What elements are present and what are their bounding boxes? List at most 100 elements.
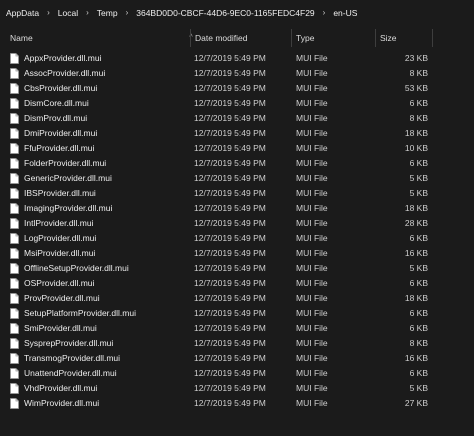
- chevron-right-icon[interactable]: ›: [126, 8, 129, 17]
- file-type: MUI File: [296, 158, 328, 168]
- file-date-modified: 12/7/2019 5:49 PM: [194, 353, 266, 363]
- file-name: AssocProvider.dll.mui: [24, 68, 106, 78]
- file-type: MUI File: [296, 338, 328, 348]
- file-size: 8 KB: [409, 113, 428, 123]
- file-name: TransmogProvider.dll.mui: [24, 353, 121, 363]
- column-header-size[interactable]: Size: [376, 29, 432, 47]
- chevron-right-icon[interactable]: ›: [86, 8, 89, 17]
- file-type: MUI File: [296, 398, 328, 408]
- file-size: 6 KB: [409, 308, 428, 318]
- file-size: 10 KB: [404, 143, 428, 153]
- file-name: WimProvider.dll.mui: [24, 398, 100, 408]
- file-type: MUI File: [296, 293, 328, 303]
- file-size: 27 KB: [404, 398, 428, 408]
- file-row[interactable]: VhdProvider.dll.mui 12/7/2019 5:49 PM MUI …: [0, 381, 474, 396]
- file-icon: [10, 203, 19, 214]
- file-row[interactable]: AppxProvider.dll.mui 12/7/2019 5:49 PM MUI…: [0, 51, 474, 66]
- file-row[interactable]: UnattendProvider.dll.mui 12/7/2019 5:49 P…: [0, 366, 474, 381]
- file-size: 8 KB: [409, 338, 428, 348]
- file-date-modified: 12/7/2019 5:49 PM: [194, 248, 266, 258]
- file-name: SmiProvider.dll.mui: [24, 323, 97, 333]
- file-name: ProvProvider.dll.mui: [24, 293, 100, 303]
- file-name: OSProvider.dll.mui: [24, 278, 95, 288]
- file-name: FolderProvider.dll.mui: [24, 158, 107, 168]
- file-date-modified: 12/7/2019 5:49 PM: [194, 233, 266, 243]
- file-date-modified: 12/7/2019 5:49 PM: [194, 278, 266, 288]
- file-icon: [10, 53, 19, 64]
- breadcrumb-item[interactable]: 364BD0D0-CBCF-44D6-9EC0-1165FEDC4F29: [136, 8, 314, 18]
- file-size: 18 KB: [404, 128, 428, 138]
- file-size: 23 KB: [404, 53, 428, 63]
- file-date-modified: 12/7/2019 5:49 PM: [194, 143, 266, 153]
- file-row[interactable]: IntlProvider.dll.mui 12/7/2019 5:49 PM MUI…: [0, 216, 474, 231]
- file-type: MUI File: [296, 68, 328, 78]
- file-type: MUI File: [296, 278, 328, 288]
- breadcrumb-item[interactable]: Temp: [97, 8, 118, 18]
- file-icon: [10, 323, 19, 334]
- file-row[interactable]: ImagingProvider.dll.mui 12/7/2019 5:49 PM…: [0, 201, 474, 216]
- file-icon: [10, 218, 19, 229]
- file-row[interactable]: IBSProvider.dll.mui 12/7/2019 5:49 PM MUI …: [0, 186, 474, 201]
- file-size: 8 KB: [409, 68, 428, 78]
- file-name: VhdProvider.dll.mui: [24, 383, 98, 393]
- file-size: 5 KB: [409, 173, 428, 183]
- file-size: 28 KB: [404, 218, 428, 228]
- file-row[interactable]: SetupPlatformProvider.dll.mui 12/7/2019 5…: [0, 306, 474, 321]
- file-size: 6 KB: [409, 158, 428, 168]
- file-date-modified: 12/7/2019 5:49 PM: [194, 128, 266, 138]
- file-row[interactable]: OfflineSetupProvider.dll.mui 12/7/2019 5:…: [0, 261, 474, 276]
- file-row[interactable]: ProvProvider.dll.mui 12/7/2019 5:49 PM MUI…: [0, 291, 474, 306]
- file-name: MsiProvider.dll.mui: [24, 248, 96, 258]
- file-icon: [10, 398, 19, 409]
- column-header-date-modified[interactable]: Date modified: [191, 29, 291, 47]
- file-row[interactable]: SmiProvider.dll.mui 12/7/2019 5:49 PM MUI …: [0, 321, 474, 336]
- file-row[interactable]: CbsProvider.dll.mui 12/7/2019 5:49 PM MUI …: [0, 81, 474, 96]
- file-name: SetupPlatformProvider.dll.mui: [24, 308, 136, 318]
- file-date-modified: 12/7/2019 5:49 PM: [194, 113, 266, 123]
- file-date-modified: 12/7/2019 5:49 PM: [194, 308, 266, 318]
- file-row[interactable]: OSProvider.dll.mui 12/7/2019 5:49 PM MUI F…: [0, 276, 474, 291]
- file-name: DmiProvider.dll.mui: [24, 128, 98, 138]
- breadcrumb-item[interactable]: AppData: [6, 8, 39, 18]
- file-row[interactable]: SysprepProvider.dll.mui 12/7/2019 5:49 PM…: [0, 336, 474, 351]
- column-divider[interactable]: [432, 29, 433, 47]
- file-type: MUI File: [296, 383, 328, 393]
- file-type: MUI File: [296, 353, 328, 363]
- chevron-right-icon[interactable]: ›: [47, 8, 50, 17]
- file-date-modified: 12/7/2019 5:49 PM: [194, 383, 266, 393]
- file-row[interactable]: TransmogProvider.dll.mui 12/7/2019 5:49 P…: [0, 351, 474, 366]
- file-icon: [10, 113, 19, 124]
- file-row[interactable]: LogProvider.dll.mui 12/7/2019 5:49 PM MUI …: [0, 231, 474, 246]
- file-row[interactable]: MsiProvider.dll.mui 12/7/2019 5:49 PM MUI …: [0, 246, 474, 261]
- file-icon: [10, 368, 19, 379]
- file-type: MUI File: [296, 128, 328, 138]
- file-icon: [10, 383, 19, 394]
- file-row[interactable]: WimProvider.dll.mui 12/7/2019 5:49 PM MUI …: [0, 396, 474, 411]
- breadcrumb-item[interactable]: en-US: [333, 8, 357, 18]
- file-date-modified: 12/7/2019 5:49 PM: [194, 338, 266, 348]
- file-date-modified: 12/7/2019 5:49 PM: [194, 263, 266, 273]
- column-header-type[interactable]: Type: [292, 29, 374, 47]
- file-name: DismCore.dll.mui: [24, 98, 89, 108]
- file-date-modified: 12/7/2019 5:49 PM: [194, 83, 266, 93]
- file-row[interactable]: DismCore.dll.mui 12/7/2019 5:49 PM MUI Fil…: [0, 96, 474, 111]
- file-date-modified: 12/7/2019 5:49 PM: [194, 293, 266, 303]
- file-row[interactable]: DismProv.dll.mui 12/7/2019 5:49 PM MUI Fil…: [0, 111, 474, 126]
- file-type: MUI File: [296, 113, 328, 123]
- breadcrumb-item[interactable]: Local: [58, 8, 78, 18]
- file-type: MUI File: [296, 368, 328, 378]
- file-row[interactable]: DmiProvider.dll.mui 12/7/2019 5:49 PM MUI …: [0, 126, 474, 141]
- file-size: 16 KB: [404, 353, 428, 363]
- file-type: MUI File: [296, 53, 328, 63]
- file-name: IBSProvider.dll.mui: [24, 188, 96, 198]
- file-name: CbsProvider.dll.mui: [24, 83, 98, 93]
- file-size: 6 KB: [409, 368, 428, 378]
- file-row[interactable]: FolderProvider.dll.mui 12/7/2019 5:49 PM M…: [0, 156, 474, 171]
- file-row[interactable]: FfuProvider.dll.mui 12/7/2019 5:49 PM MUI …: [0, 141, 474, 156]
- file-row[interactable]: AssocProvider.dll.mui 12/7/2019 5:49 PM MU…: [0, 66, 474, 81]
- file-type: MUI File: [296, 233, 328, 243]
- column-header-name[interactable]: Name: [6, 29, 186, 47]
- file-name: AppxProvider.dll.mui: [24, 53, 102, 63]
- file-row[interactable]: GenericProvider.dll.mui 12/7/2019 5:49 PM…: [0, 171, 474, 186]
- chevron-right-icon[interactable]: ›: [323, 8, 326, 17]
